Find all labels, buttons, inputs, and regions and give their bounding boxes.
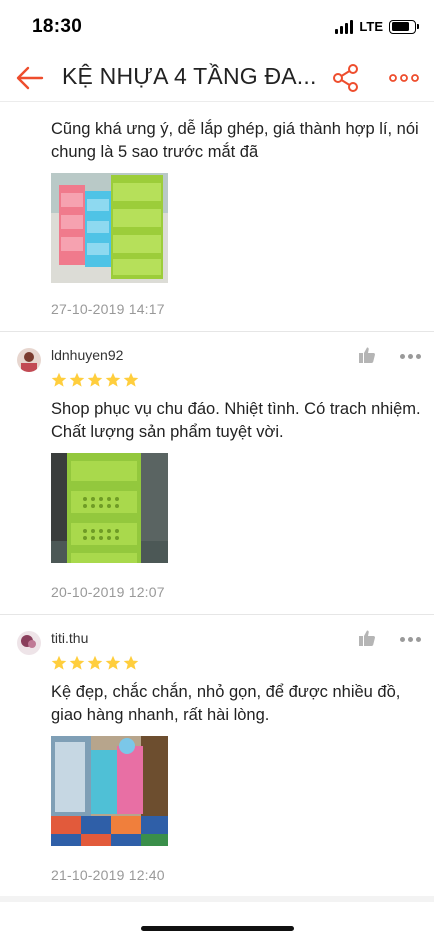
section-separator bbox=[0, 896, 434, 902]
reviewer-name[interactable]: titi.thu bbox=[51, 630, 88, 646]
arrow-left-icon bbox=[16, 66, 44, 90]
review-date: 27-10-2019 14:17 bbox=[51, 301, 165, 317]
user-avatar-image bbox=[17, 348, 41, 372]
thumbs-up-icon bbox=[359, 347, 375, 363]
home-indicator[interactable] bbox=[141, 926, 294, 931]
star-icon bbox=[123, 372, 139, 387]
page-title: KỆ NHỰA 4 TẦNG ĐA... bbox=[62, 63, 317, 89]
star-rating bbox=[51, 372, 139, 388]
thumbs-up-icon bbox=[359, 630, 375, 646]
reviewer-name[interactable]: ldnhuyen92 bbox=[51, 347, 123, 363]
status-time: 18:30 bbox=[32, 16, 83, 37]
network-type: LTE bbox=[359, 19, 383, 34]
star-icon bbox=[87, 655, 103, 670]
user-avatar-image bbox=[17, 631, 41, 655]
review-text: Cũng khá ưng ý, dễ lắp ghép, giá thành h… bbox=[51, 120, 419, 161]
review-item: titi.thu Kệ đẹp, chắc chắn, nhỏ gọn, để … bbox=[0, 615, 434, 896]
review-more-button[interactable] bbox=[400, 352, 422, 360]
review-item: Cũng khá ưng ý, dễ lắp ghép, giá thành h… bbox=[0, 103, 434, 331]
more-options-button[interactable] bbox=[388, 64, 420, 92]
battery-fill bbox=[391, 22, 410, 31]
product-photo-image bbox=[51, 453, 168, 563]
star-rating bbox=[51, 655, 139, 671]
product-photo-image bbox=[51, 173, 168, 283]
review-date: 21-10-2019 12:40 bbox=[51, 867, 165, 883]
review-date: 20-10-2019 12:07 bbox=[51, 584, 165, 600]
review-photo[interactable] bbox=[51, 736, 168, 846]
like-button[interactable] bbox=[358, 629, 376, 647]
avatar[interactable] bbox=[17, 348, 41, 372]
back-button[interactable] bbox=[12, 62, 48, 94]
star-icon bbox=[123, 655, 139, 670]
avatar[interactable] bbox=[17, 631, 41, 655]
review-more-button[interactable] bbox=[400, 635, 422, 643]
signal-icon bbox=[335, 19, 354, 34]
like-button[interactable] bbox=[358, 346, 376, 364]
review-text: Kệ đẹp, chắc chắn, nhỏ gọn, để được nhiề… bbox=[51, 683, 401, 724]
share-button[interactable] bbox=[330, 62, 362, 94]
star-icon bbox=[51, 372, 67, 387]
star-icon bbox=[69, 372, 85, 387]
star-icon bbox=[51, 655, 67, 670]
star-icon bbox=[105, 372, 121, 387]
top-nav-bar: KỆ NHỰA 4 TẦNG ĐA... bbox=[0, 54, 434, 102]
share-icon bbox=[333, 64, 358, 92]
status-bar: 18:30 LTE bbox=[0, 0, 434, 54]
product-photo-image bbox=[51, 736, 168, 846]
star-icon bbox=[87, 372, 103, 387]
review-item: ldnhuyen92 Shop phục vụ chu đáo. Nhiệt t… bbox=[0, 332, 434, 614]
status-indicators: LTE bbox=[335, 19, 419, 34]
star-icon bbox=[105, 655, 121, 670]
review-photo[interactable] bbox=[51, 453, 168, 563]
more-horizontal-icon bbox=[389, 74, 419, 82]
battery-icon bbox=[389, 19, 419, 34]
review-text: Shop phục vụ chu đáo. Nhiệt tình. Có tra… bbox=[51, 400, 421, 441]
review-photo[interactable] bbox=[51, 173, 168, 283]
star-icon bbox=[69, 655, 85, 670]
